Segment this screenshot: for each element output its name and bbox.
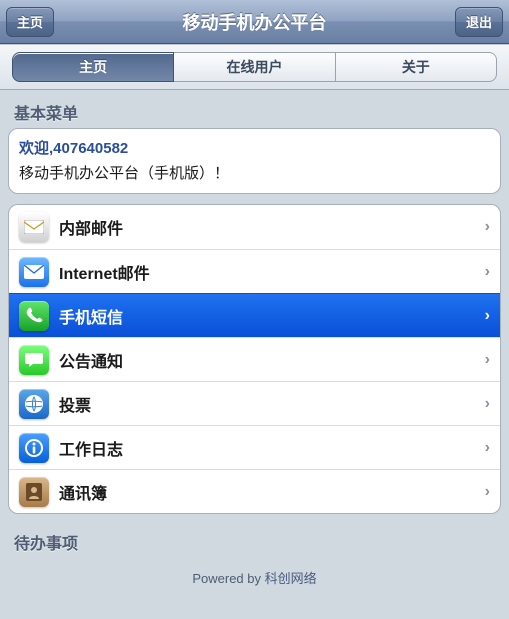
section-header-todo: 待办事项	[8, 524, 501, 558]
tab-about[interactable]: 关于	[336, 52, 497, 82]
menu-item-contacts[interactable]: 通讯簿 ›	[9, 469, 500, 513]
menu-item-vote[interactable]: 投票 ›	[9, 381, 500, 425]
nav-home-button[interactable]: 主页	[6, 7, 54, 37]
phone-icon	[19, 301, 49, 331]
chat-bubble-icon	[19, 345, 49, 375]
chevron-right-icon: ›	[485, 395, 490, 413]
menu-label: 内部邮件	[59, 215, 485, 239]
chevron-right-icon: ›	[485, 483, 490, 501]
section-header-basic-menu: 基本菜单	[8, 94, 501, 128]
nav-title: 移动手机办公平台	[0, 9, 509, 35]
mail-icon	[19, 212, 49, 242]
tab-online-users[interactable]: 在线用户	[174, 52, 335, 82]
menu-label: 投票	[59, 392, 485, 416]
menu-item-internal-mail[interactable]: 内部邮件 ›	[9, 205, 500, 249]
nav-logout-button[interactable]: 退出	[455, 7, 503, 37]
welcome-panel: 欢迎,407640582 移动手机办公平台（手机版）！	[8, 128, 501, 194]
tab-home[interactable]: 主页	[12, 52, 174, 82]
menu-label: 公告通知	[59, 348, 485, 372]
welcome-subtitle: 移动手机办公平台（手机版）！	[19, 162, 490, 183]
menu-label: 手机短信	[59, 304, 485, 328]
navbar: 主页 移动手机办公平台 退出	[0, 0, 509, 44]
menu-label: 工作日志	[59, 436, 485, 460]
menu-item-work-log[interactable]: 工作日志 ›	[9, 425, 500, 469]
chevron-right-icon: ›	[485, 218, 490, 236]
footer-credit: 科创网络	[265, 571, 317, 586]
menu-panel: 内部邮件 › Internet邮件 › 手机短信 › 公告通知 ›	[8, 204, 501, 514]
menu-item-notice[interactable]: 公告通知 ›	[9, 337, 500, 381]
footer-powered: Powered by	[192, 571, 261, 586]
menu-label: 通讯簿	[59, 480, 485, 504]
welcome-greeting: 欢迎,407640582	[19, 137, 490, 158]
internet-mail-icon	[19, 257, 49, 287]
footer: Powered by 科创网络	[8, 558, 501, 597]
vote-icon	[19, 389, 49, 419]
menu-item-internet-mail[interactable]: Internet邮件 ›	[9, 249, 500, 293]
menu-item-sms[interactable]: 手机短信 ›	[9, 293, 500, 337]
chevron-right-icon: ›	[485, 263, 490, 281]
menu-label: Internet邮件	[59, 260, 485, 284]
chevron-right-icon: ›	[485, 351, 490, 369]
chevron-right-icon: ›	[485, 439, 490, 457]
content: 基本菜单 欢迎,407640582 移动手机办公平台（手机版）！ 内部邮件 › …	[0, 90, 509, 597]
info-icon	[19, 433, 49, 463]
contacts-icon	[19, 477, 49, 507]
tabbar: 主页 在线用户 关于	[0, 44, 509, 90]
chevron-right-icon: ›	[485, 307, 490, 325]
